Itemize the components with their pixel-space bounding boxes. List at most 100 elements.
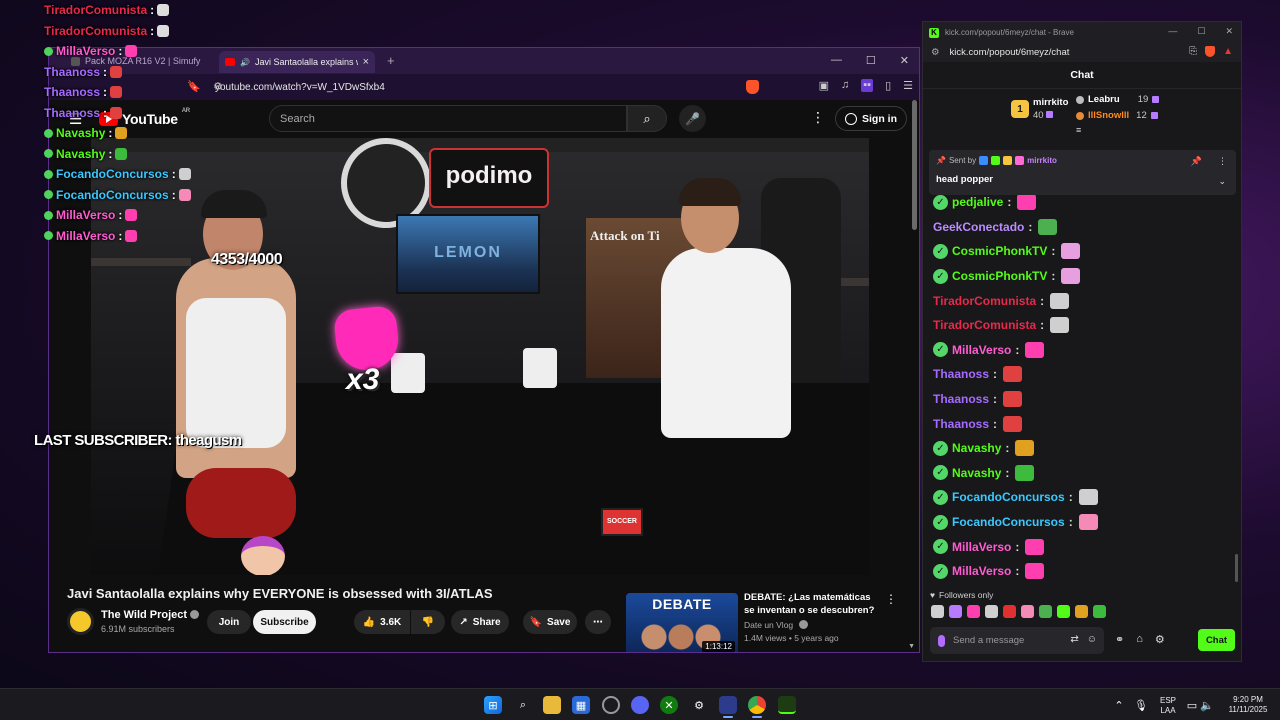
brave-taskbar-icon[interactable] (719, 696, 737, 714)
close-tab-icon[interactable]: × (363, 56, 369, 68)
chat-username[interactable]: MillaVerso (952, 343, 1011, 357)
network-icon[interactable]: ▭ (1185, 696, 1199, 714)
music-icon[interactable]: ♫ (841, 79, 849, 92)
search-icon[interactable]: ⌕ (514, 696, 532, 714)
volume-icon[interactable]: 🔈 (1200, 696, 1214, 714)
clock[interactable]: 9:20 PM 11/11/2025 (1222, 695, 1274, 715)
chat-username[interactable]: MillaVerso (952, 564, 1011, 578)
chat-message[interactable]: ✓ MillaVerso: (933, 534, 1233, 559)
like-button[interactable]: 👍 3.6K (354, 610, 410, 634)
minimize-icon[interactable]: — (1168, 26, 1177, 37)
close-icon[interactable]: ✕ (1225, 26, 1233, 37)
settings-kebab-icon[interactable]: ⋮ (811, 109, 825, 126)
save-button[interactable]: 🔖 Save (523, 610, 577, 634)
tray-mic-icon[interactable]: 🎙 (1134, 696, 1148, 714)
quick-emote-icon[interactable] (1039, 605, 1052, 618)
microphone-icon[interactable]: 🎤 (679, 105, 706, 132)
emoji-icon[interactable]: ☺ (1087, 634, 1097, 645)
recommended-title[interactable]: DEBATE: ¿Las matemáticas se inventan o s… (744, 591, 882, 617)
chat-username[interactable]: GeekConectado (933, 220, 1024, 234)
chat-message[interactable]: ✓ FocandoConcursos: (933, 485, 1233, 510)
brave-rewards-icon[interactable]: ▲ (1223, 46, 1233, 57)
leaderboard-third[interactable]: lllSnowlll 12 (1076, 110, 1158, 121)
pinned-message[interactable]: 📌 Sent by mirrkito head popper 📌 ⋮ ⌄ (929, 150, 1236, 195)
scroll-down-icon[interactable]: ▼ (908, 643, 915, 650)
chromium-icon[interactable] (602, 696, 620, 714)
leaderboard-second[interactable]: Leabru 19 (1076, 94, 1160, 105)
chat-username[interactable]: Thaanoss (933, 367, 989, 381)
send-chat-button[interactable]: Chat (1198, 629, 1235, 651)
xbox-icon[interactable]: ✕ (660, 696, 678, 714)
tray-overflow-icon[interactable]: ⌃ (1112, 696, 1126, 714)
recommended-channel[interactable]: Date un Vlog (744, 620, 808, 630)
subscribe-button[interactable]: Subscribe (253, 610, 316, 634)
chrome-icon[interactable] (748, 696, 766, 714)
more-actions-button[interactable]: ⋯ (585, 610, 611, 634)
page-scrollbar[interactable] (912, 100, 917, 230)
chat-username[interactable]: Thaanoss (933, 417, 989, 431)
site-settings-icon[interactable]: ⚙ (931, 47, 940, 58)
chat-message[interactable]: ✓ CosmicPhonkTV: (933, 264, 1233, 289)
kick-url[interactable]: kick.com/popout/6meyz/chat (950, 47, 1070, 58)
chat-username[interactable]: CosmicPhonkTV (952, 269, 1047, 283)
channel-name-link[interactable]: The Wild Project (101, 609, 200, 621)
chat-username[interactable]: FocandoConcursos (952, 490, 1065, 504)
chat-username[interactable]: Navashy (952, 441, 1001, 455)
chat-username[interactable]: pedjalive (952, 195, 1003, 209)
settings-icon[interactable]: ⚙ (690, 696, 708, 714)
microphone-icon[interactable] (938, 634, 945, 647)
sidebar-icon[interactable]: ▯ (885, 79, 891, 92)
dislike-button[interactable]: 👎 (411, 610, 445, 634)
unpin-icon[interactable]: 📌 (1191, 156, 1202, 167)
close-icon[interactable]: ✕ (900, 54, 909, 67)
quick-emote-icon[interactable] (949, 605, 962, 618)
quick-emote-icon[interactable] (967, 605, 980, 618)
quick-emote-icon[interactable] (1057, 605, 1070, 618)
site-settings-icon[interactable]: ⚙ (213, 80, 223, 93)
chat-username[interactable]: MillaVerso (952, 540, 1011, 554)
maximize-icon[interactable]: ☐ (1197, 26, 1205, 37)
share-icon[interactable]: ⎘ (1189, 46, 1197, 57)
chat-message[interactable]: TiradorComunista: (933, 288, 1233, 313)
tab-youtube[interactable]: 🔊 Javi Santaolalla explains why E × (219, 51, 375, 73)
quick-emote-icon[interactable] (931, 605, 944, 618)
chat-message[interactable]: ✓ MillaVerso: (933, 338, 1233, 363)
new-tab-button[interactable]: + (387, 53, 395, 68)
brave-shields-icon[interactable] (1205, 46, 1216, 57)
chat-username[interactable]: TiradorComunista (933, 318, 1036, 332)
chat-message[interactable]: Thaanoss: (933, 411, 1233, 436)
store-icon[interactable]: ⌂ (1136, 633, 1143, 646)
chat-username[interactable]: Thaanoss (933, 392, 989, 406)
leaderboard-first[interactable]: 1 mirrkito 40 (1011, 96, 1068, 122)
recommended-more-icon[interactable]: ⋮ (885, 592, 897, 606)
chat-username[interactable]: Navashy (952, 466, 1001, 480)
chat-message[interactable]: TiradorComunista: (933, 313, 1233, 338)
terminal-icon[interactable] (778, 696, 796, 714)
menu-icon[interactable]: ☰ (903, 79, 913, 92)
chat-message[interactable]: ✓ CosmicPhonkTV: (933, 239, 1233, 264)
start-icon[interactable]: ⊞ (484, 696, 502, 714)
search-input[interactable]: Search (269, 105, 627, 132)
minimize-icon[interactable]: — (831, 54, 842, 67)
quick-emote-icon[interactable] (1021, 605, 1034, 618)
quick-emote-icon[interactable] (1003, 605, 1016, 618)
audio-playing-icon[interactable]: 🔊 (240, 58, 250, 67)
chat-message[interactable]: ✓ Navashy: (933, 436, 1233, 461)
share-button[interactable]: ↗ Share (451, 610, 509, 634)
input-language[interactable]: ESP LAA (1158, 696, 1178, 716)
brave-shields-icon[interactable] (746, 80, 759, 94)
pinned-more-icon[interactable]: ⋮ (1218, 156, 1227, 167)
chat-scrollbar[interactable] (1235, 554, 1238, 582)
quick-emote-icon[interactable] (1093, 605, 1106, 618)
store-icon[interactable]: ▦ (572, 696, 590, 714)
translate-icon[interactable]: ⇄ (1070, 634, 1078, 645)
chat-username[interactable]: FocandoConcursos (952, 515, 1065, 529)
recommended-thumbnail[interactable]: DEBATE 1:13:12 (626, 593, 738, 652)
quick-emote-icon[interactable] (1075, 605, 1088, 618)
sign-in-button[interactable]: Sign in (835, 106, 907, 131)
maximize-icon[interactable]: ☐ (866, 54, 876, 67)
chat-message[interactable]: ✓ MillaVerso: (933, 559, 1233, 584)
join-button[interactable]: Join (207, 610, 251, 634)
chat-input[interactable]: Send a message ⇄ ☺ (930, 627, 1104, 654)
expand-leaderboard-icon[interactable]: ≡ (1076, 125, 1081, 135)
